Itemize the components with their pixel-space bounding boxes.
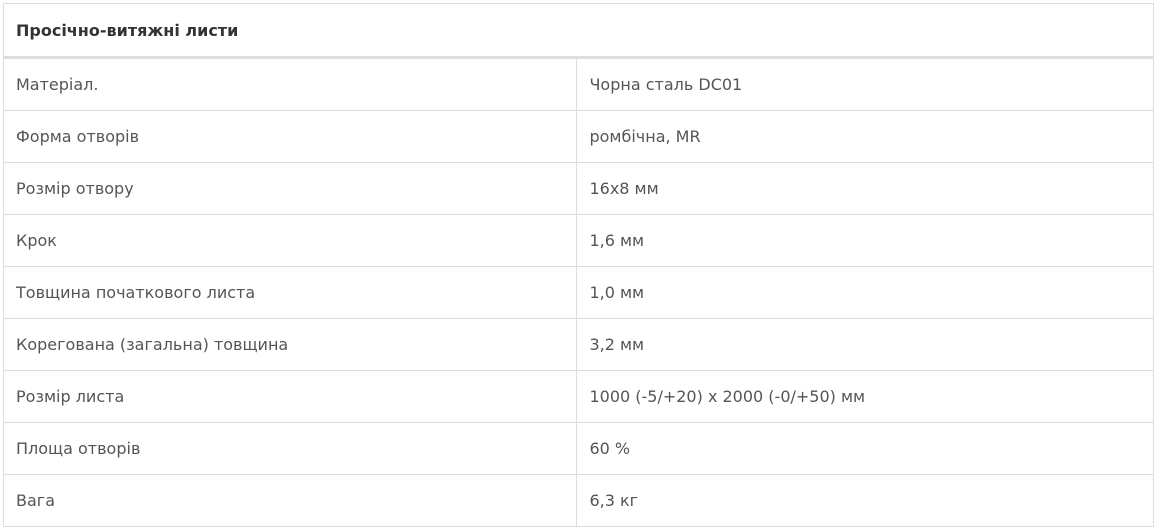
row-value: ромбічна, MR bbox=[576, 110, 1154, 163]
row-value: 60 % bbox=[576, 422, 1154, 475]
table-row: Корегована (загальна) товщина 3,2 мм bbox=[2, 318, 1154, 371]
row-label: Вага bbox=[2, 474, 578, 527]
row-value: 1,6 мм bbox=[576, 214, 1154, 267]
table-header-row: Просічно-витяжні листи bbox=[3, 3, 1154, 59]
table-row: Площа отворів 60 % bbox=[2, 422, 1154, 475]
row-label: Розмір листа bbox=[2, 370, 578, 423]
row-label: Товщина початкового листа bbox=[2, 266, 578, 319]
row-label: Крок bbox=[2, 214, 578, 267]
row-value: Чорна сталь DC01 bbox=[576, 57, 1154, 111]
table-row: Крок 1,6 мм bbox=[2, 214, 1154, 267]
row-value: 6,3 кг bbox=[576, 474, 1154, 527]
table-row: Вага 6,3 кг bbox=[2, 474, 1154, 527]
row-value: 1000 (-5/+20) x 2000 (-0/+50) мм bbox=[576, 370, 1154, 423]
spec-table: Просічно-витяжні листи Матеріал. Чорна с… bbox=[2, 3, 1154, 527]
row-label: Розмір отвору bbox=[2, 162, 578, 215]
row-value: 1,0 мм bbox=[576, 266, 1154, 319]
table-row: Розмір отвору 16x8 мм bbox=[2, 162, 1154, 215]
table-title: Просічно-витяжні листи bbox=[3, 3, 1154, 59]
table-row: Форма отворів ромбічна, MR bbox=[2, 110, 1154, 163]
table-row: Товщина початкового листа 1,0 мм bbox=[2, 266, 1154, 319]
row-value: 3,2 мм bbox=[576, 318, 1154, 371]
row-value: 16x8 мм bbox=[576, 162, 1154, 215]
row-label: Форма отворів bbox=[2, 110, 578, 163]
row-label: Матеріал. bbox=[2, 57, 578, 111]
table-row: Розмір листа 1000 (-5/+20) x 2000 (-0/+5… bbox=[2, 370, 1154, 423]
row-label: Площа отворів bbox=[2, 422, 578, 475]
row-label: Корегована (загальна) товщина bbox=[2, 318, 578, 371]
table-row: Матеріал. Чорна сталь DC01 bbox=[2, 57, 1154, 111]
